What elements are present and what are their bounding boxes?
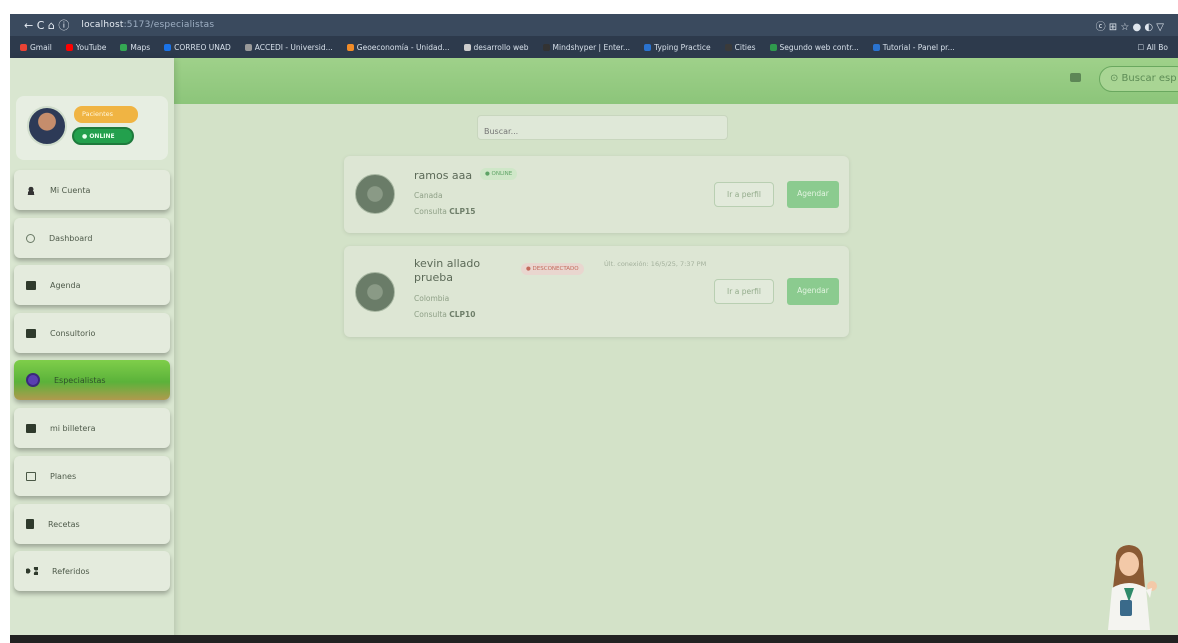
bookmark[interactable]: Mindshyper | Enter... xyxy=(542,43,630,52)
schedule-button[interactable]: Agendar xyxy=(787,181,839,208)
bookmark-icon xyxy=(65,43,73,51)
sidebar-item-billetera[interactable]: mi billetera xyxy=(14,408,170,448)
bookmark[interactable]: Maps xyxy=(120,43,150,52)
taskbar xyxy=(10,635,1178,643)
app-header: ≡ ⊙ Buscar esp xyxy=(10,58,1178,104)
bookmark[interactable]: ACCEDI - Universid... xyxy=(244,43,333,52)
sidebar-item-label: Dashboard xyxy=(49,233,93,243)
bookmark[interactable]: Segundo web contr... xyxy=(769,43,859,52)
specialist-name: kevin allado prueba xyxy=(414,257,481,284)
sidebar-item-label: Agenda xyxy=(50,280,81,290)
recipe-icon xyxy=(26,519,34,529)
folder-icon xyxy=(463,43,471,51)
bookmark[interactable]: Tutorial - Panel pr... xyxy=(872,43,955,52)
bookmark[interactable]: desarrollo web xyxy=(463,43,529,52)
schedule-button[interactable]: Agendar xyxy=(787,278,839,305)
url-host: localhost xyxy=(81,20,124,30)
bookmark[interactable]: CORREO UNAD xyxy=(164,43,231,52)
address-bar[interactable]: localhost:5173/especialistas xyxy=(81,20,214,30)
sidebar-item-label: Referidos xyxy=(52,566,90,576)
sidebar-item-label: Especialistas xyxy=(54,375,106,385)
sidebar-item-label: Recetas xyxy=(48,519,80,529)
profile-card: Pacientes ● ONLINE xyxy=(16,96,168,160)
browser-extension-icons[interactable]: ⓒ ⊞ ☆ ● ◐ ▽ xyxy=(1096,18,1164,33)
specialist-name: ramos aaa xyxy=(414,169,473,182)
bookmark[interactable]: Geoeconomía - Unidad... xyxy=(346,43,450,52)
bookmark[interactable]: Cities xyxy=(724,43,756,52)
bookmark-icon xyxy=(164,43,172,51)
bookmark-icon xyxy=(120,43,128,51)
share-icon xyxy=(26,567,38,575)
bookmark-icon xyxy=(20,43,27,51)
status-badge: ● ONLINE xyxy=(480,168,518,180)
bookmarks-bar: Gmail YouTube Maps CORREO UNAD ACCEDI - … xyxy=(10,36,1178,58)
specialist-country: Colombia xyxy=(414,294,450,303)
role-badge: Pacientes xyxy=(74,106,138,123)
sidebar-item-label: Mi Cuenta xyxy=(50,185,91,195)
all-bookmarks[interactable]: ☐ All Bo xyxy=(1137,43,1168,52)
sidebar-item-label: mi billetera xyxy=(50,423,96,433)
sidebar-item-especialistas[interactable]: Especialistas xyxy=(14,360,170,400)
sidebar: Pacientes ● ONLINE Mi Cuenta Dashboard A… xyxy=(10,58,174,643)
header-search-pill[interactable]: ⊙ Buscar esp xyxy=(1099,66,1178,92)
specialist-card: ramos aaa ● ONLINE Canada Consulta CLP15… xyxy=(344,156,849,233)
search-input[interactable] xyxy=(477,115,728,140)
sidebar-item-recetas[interactable]: Recetas xyxy=(14,504,170,544)
bookmark-icon xyxy=(346,43,354,51)
app-window: ← C ⌂ ⓘ localhost:5173/especialistas ⓒ ⊞… xyxy=(10,14,1178,643)
status-badge: ● DESCONECTADO xyxy=(521,263,584,275)
specialist-country: Canada xyxy=(414,191,443,200)
doctor-assistant-icon[interactable] xyxy=(1098,542,1160,632)
specialist-icon xyxy=(26,373,40,387)
last-connection: Últ. conexión: 16/5/25, 7:37 PM xyxy=(604,260,707,268)
specialist-avatar[interactable] xyxy=(355,272,395,312)
browser-actions: ⓒ ⊞ ☆ ● ◐ ▽ xyxy=(1096,18,1164,33)
bookmark[interactable]: Gmail xyxy=(20,43,52,52)
bookmark-icon xyxy=(724,43,732,51)
sidebar-item-planes[interactable]: Planes xyxy=(14,456,170,496)
wallet-icon xyxy=(26,423,36,433)
specialist-avatar[interactable] xyxy=(355,174,395,214)
person-icon xyxy=(26,185,36,195)
browser-nav-buttons[interactable]: ← C ⌂ ⓘ xyxy=(24,17,69,33)
sidebar-item-label: Planes xyxy=(50,471,77,481)
avatar[interactable] xyxy=(27,106,67,146)
specialist-card: kevin allado prueba ● DESCONECTADO Últ. … xyxy=(344,246,849,337)
sidebar-item-dashboard[interactable]: Dashboard xyxy=(14,218,170,258)
sidebar-item-mi-cuenta[interactable]: Mi Cuenta xyxy=(14,170,170,210)
mail-icon[interactable] xyxy=(1070,73,1081,82)
calendar-icon xyxy=(26,280,36,290)
dashboard-icon xyxy=(26,233,35,243)
sidebar-item-agenda[interactable]: Agenda xyxy=(14,265,170,305)
sidebar-item-consultorio[interactable]: Consultorio xyxy=(14,313,170,353)
bookmark-icon xyxy=(769,43,777,51)
go-to-profile-button[interactable]: Ir a perfil xyxy=(714,279,774,304)
sidebar-item-label: Consultorio xyxy=(50,328,96,338)
bookmark-icon xyxy=(542,43,550,51)
specialist-consult: Consulta CLP15 xyxy=(414,207,476,216)
sidebar-item-referidos[interactable]: Referidos xyxy=(14,551,170,591)
plans-icon xyxy=(26,471,36,481)
bookmark-icon xyxy=(244,43,252,51)
online-status-badge: ● ONLINE xyxy=(72,127,134,145)
url-path: :5173/especialistas xyxy=(123,20,215,30)
clinic-icon xyxy=(26,328,36,338)
specialist-consult: Consulta CLP10 xyxy=(414,310,476,319)
bookmark[interactable]: YouTube xyxy=(65,43,106,52)
bookmark-icon xyxy=(644,43,652,51)
go-to-profile-button[interactable]: Ir a perfil xyxy=(714,182,774,207)
bookmark[interactable]: Typing Practice xyxy=(644,43,711,52)
bookmark-icon xyxy=(872,43,880,51)
browser-toolbar: ← C ⌂ ⓘ localhost:5173/especialistas ⓒ ⊞… xyxy=(10,14,1178,36)
